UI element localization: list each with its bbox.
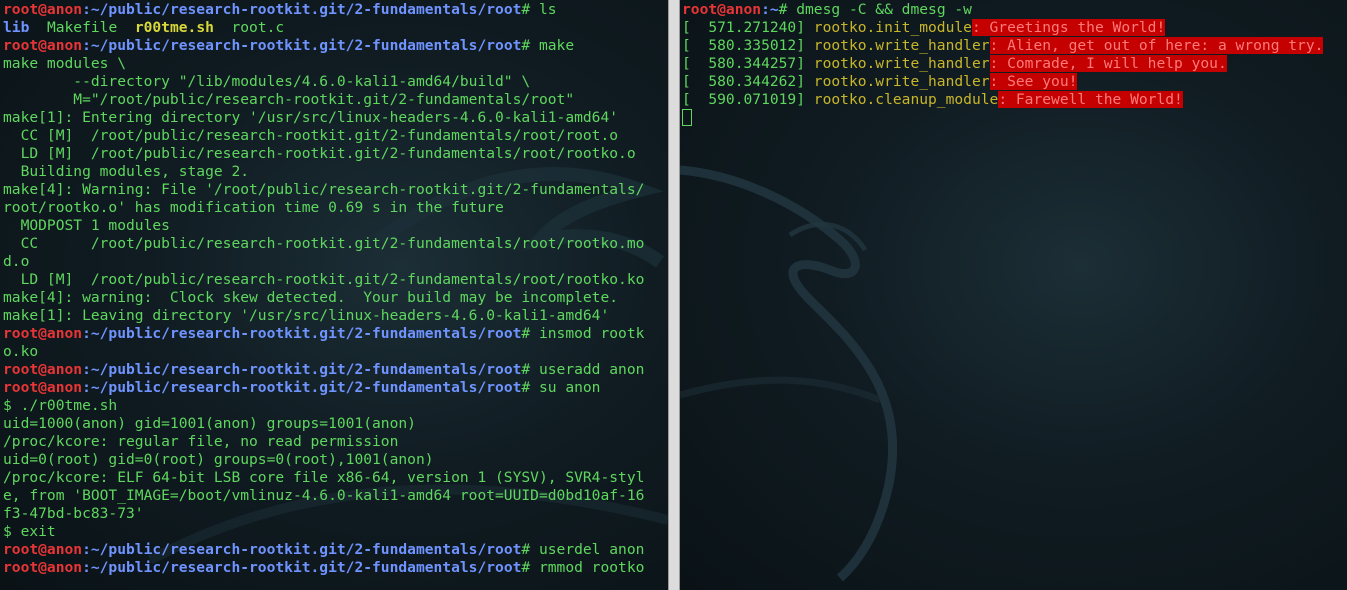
right-terminal-output: root@anon:~# dmesg -C && dmesg -w[ 571.2… (682, 1, 1324, 127)
output-line: make[4]: Warning: File '/root/public/res… (3, 181, 645, 198)
dmesg-message: : See you! (989, 73, 1078, 90)
prompt-line: root@anon:~/public/research-rootkit.git/… (3, 559, 644, 577)
ls-file-entry: Makefile (46, 19, 118, 36)
output-line: LD [M] /root/public/research-rootkit.git… (3, 145, 636, 162)
output-line: M="/root/public/research-rootkit.git/2-f… (3, 91, 575, 108)
right-terminal-pane[interactable]: root@anon:~# dmesg -C && dmesg -w[ 571.2… (680, 0, 1347, 590)
output-line: e, from 'BOOT_IMAGE=/boot/vmlinuz-4.6.0-… (3, 487, 645, 504)
ls-output: lib Makefile r00tme.sh root.c (3, 19, 644, 37)
prompt-line: root@anon:~/public/research-rootkit.git/… (3, 541, 644, 559)
output-line: MODPOST 1 modules (3, 217, 170, 234)
terminal-cursor[interactable] (682, 109, 692, 126)
output-line: --directory "/lib/modules/4.6.0-kali1-am… (3, 73, 531, 90)
dmesg-timestamp: [ 590.071019] (682, 91, 814, 108)
prompt-line: root@anon:~/public/research-rootkit.git/… (3, 361, 644, 379)
output-line: make[1]: Entering directory '/usr/src/li… (3, 109, 619, 126)
dmesg-timestamp: [ 580.344262] (682, 73, 814, 90)
prompt-user: root@anon (3, 379, 83, 396)
prompt-line: root@anon:~# dmesg -C && dmesg -w (682, 1, 1323, 19)
prompt-line: root@anon:~/public/research-rootkit.git/… (3, 1, 644, 19)
dmesg-timestamp: [ 571.271240] (682, 19, 814, 36)
prompt-line: root@anon:~/public/research-rootkit.git/… (3, 325, 644, 343)
output-line: $ exit (3, 523, 56, 540)
command-text: # (521, 1, 539, 18)
prompt-path: :~ (761, 1, 779, 18)
prompt-path: :~/public/research-rootkit.git/2-fundame… (82, 379, 522, 396)
dmesg-function: rootko.init_module (813, 19, 972, 36)
output-line: make modules \ (3, 55, 127, 72)
output-line: o.ko (3, 343, 39, 360)
output-line: CC /root/public/research-rootkit.git/2-f… (3, 235, 645, 252)
output-line: Building modules, stage 2. (3, 163, 250, 180)
ls-file-entry: root.c (231, 19, 285, 36)
dmesg-function: rootko.write_handler (813, 73, 990, 90)
dmesg-line: [ 580.335012] rootko.write_handler: Alie… (682, 37, 1324, 55)
command-text: # (521, 541, 539, 558)
prompt-path: :~/public/research-rootkit.git/2-fundame… (82, 541, 522, 558)
output-line: uid=0(root) gid=0(root) groups=0(root),1… (3, 451, 434, 468)
prompt-path: :~/public/research-rootkit.git/2-fundame… (82, 37, 522, 54)
prompt-line: root@anon:~/public/research-rootkit.git/… (3, 379, 644, 397)
dmesg-line: [ 571.271240] rootko.init_module: Greeti… (682, 19, 1323, 37)
prompt-path: :~/public/research-rootkit.git/2-fundame… (82, 559, 522, 576)
command-text: # (521, 325, 539, 342)
command-text: ls (538, 1, 557, 18)
prompt-user: root@anon (3, 541, 83, 558)
dmesg-function: rootko.cleanup_module (813, 91, 999, 108)
command-text: # (521, 379, 539, 396)
prompt-line: root@anon:~/public/research-rootkit.git/… (3, 37, 644, 55)
output-line: $ ./r00tme.sh (3, 397, 118, 414)
prompt-user: root@anon (3, 325, 83, 342)
output-line: LD [M] /root/public/research-rootkit.git… (3, 271, 645, 288)
dmesg-function: rootko.write_handler (813, 55, 990, 72)
dmesg-line: [ 580.344262] rootko.write_handler: See … (682, 73, 1323, 91)
prompt-path: :~/public/research-rootkit.git/2-fundame… (82, 361, 522, 378)
command-text: su anon (538, 379, 601, 396)
dmesg-timestamp: [ 580.344257] (682, 55, 814, 72)
dmesg-message: : Alien, get out of here: a wrong try. (989, 37, 1324, 54)
dmesg-message: : Farewell the World! (998, 91, 1183, 108)
prompt-user: root@anon (3, 361, 83, 378)
command-text: # (521, 559, 539, 576)
command-text: userdel anon (538, 541, 645, 558)
left-terminal-pane[interactable]: root@anon:~/public/research-rootkit.git/… (0, 0, 668, 590)
output-line: uid=1000(anon) gid=1001(anon) groups=100… (3, 415, 416, 432)
output-line: make[4]: warning: Clock skew detected. Y… (3, 289, 619, 306)
ls-dir-entry: lib (3, 19, 30, 36)
cursor-line (682, 109, 1323, 127)
output-line: root/rootko.o' has modification time 0.6… (3, 199, 504, 216)
prompt-user: root@anon (3, 1, 83, 18)
output-line: CC [M] /root/public/research-rootkit.git… (3, 127, 619, 144)
dmesg-line: [ 590.071019] rootko.cleanup_module: Far… (682, 91, 1323, 109)
command-text: make (538, 37, 575, 54)
left-terminal-output: root@anon:~/public/research-rootkit.git/… (3, 1, 644, 577)
dmesg-message: : Comrade, I will help you. (989, 55, 1227, 72)
prompt-path: :~/public/research-rootkit.git/2-fundame… (82, 1, 522, 18)
output-line: /proc/kcore: regular file, no read permi… (3, 433, 399, 450)
ls-exec-entry: r00tme.sh (134, 19, 214, 36)
pane-split-divider[interactable] (668, 0, 680, 590)
dmesg-function: rootko.write_handler (813, 37, 990, 54)
dmesg-line: [ 580.344257] rootko.write_handler: Comr… (682, 55, 1323, 73)
command-text: dmesg -C && dmesg -w (796, 1, 972, 18)
prompt-path: :~/public/research-rootkit.git/2-fundame… (82, 325, 522, 342)
output-line: make[1]: Leaving directory '/usr/src/lin… (3, 307, 610, 324)
prompt-user: root@anon (3, 37, 83, 54)
output-line: f3-47bd-bc83-73' (3, 505, 144, 522)
output-line: /proc/kcore: ELF 64-bit LSB core file x8… (3, 469, 645, 486)
prompt-user: root@anon (3, 559, 83, 576)
prompt-user: root@anon (682, 1, 762, 18)
dmesg-message: : Greetings the World! (971, 19, 1166, 36)
command-text: rmmod rootko (538, 559, 645, 576)
command-text: # (778, 1, 797, 18)
command-text: insmod rootk (538, 325, 645, 342)
output-line: d.o (3, 253, 30, 270)
command-text: # (521, 361, 539, 378)
dmesg-timestamp: [ 580.335012] (682, 37, 814, 54)
command-text: # (521, 37, 539, 54)
command-text: useradd anon (538, 361, 645, 378)
